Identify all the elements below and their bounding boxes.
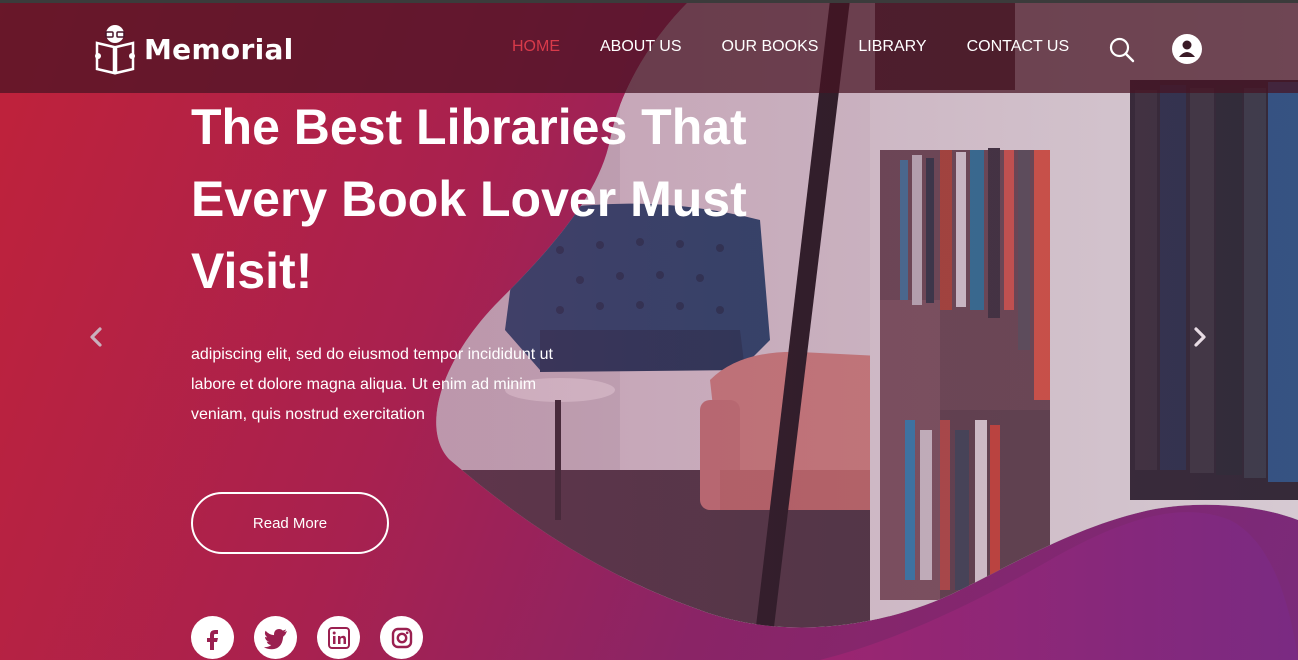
twitter-link[interactable]	[254, 616, 297, 659]
twitter-icon	[263, 628, 287, 649]
description-line: labore et dolore magna aliqua. Ut enim a…	[191, 376, 537, 393]
user-icon	[1179, 40, 1195, 57]
linkedin-link[interactable]	[317, 616, 360, 659]
chevron-left-icon[interactable]	[86, 325, 106, 349]
nav-our-books[interactable]: OUR BOOKS	[722, 38, 819, 56]
instagram-link[interactable]	[380, 616, 423, 659]
social-links	[191, 616, 423, 659]
search-icon[interactable]	[1108, 36, 1136, 64]
nav-home[interactable]: HOME	[512, 38, 560, 56]
user-account-button[interactable]	[1172, 34, 1202, 64]
instagram-icon	[391, 627, 412, 648]
facebook-icon	[206, 629, 218, 650]
linkedin-icon	[327, 626, 350, 649]
nav-about-us[interactable]: ABOUT US	[600, 38, 682, 56]
navbar: Memorial HOME ABOUT US OUR BOOKS LIBRARY…	[0, 3, 1298, 93]
description-line: veniam, quis nostrud exercitation	[191, 406, 425, 423]
description-line: adipiscing elit, sed do eiusmod tempor i…	[191, 346, 553, 363]
nav-library[interactable]: LIBRARY	[858, 38, 926, 56]
book-reader-logo-icon	[95, 25, 135, 75]
headline-line: Visit!	[191, 243, 313, 299]
brand-name: Memorial	[144, 32, 294, 66]
hero-headline: The Best Libraries That Every Book Lover…	[191, 91, 791, 307]
brand-logo[interactable]: Memorial	[94, 23, 294, 75]
headline-line: Every Book Lover Must	[191, 171, 747, 227]
nav-menu: HOME ABOUT US OUR BOOKS LIBRARY CONTACT …	[512, 38, 1109, 56]
hero-section: Memorial HOME ABOUT US OUR BOOKS LIBRARY…	[0, 0, 1298, 660]
read-more-button[interactable]: Read More	[191, 492, 389, 554]
chevron-right-icon[interactable]	[1190, 325, 1210, 349]
hero-description: adipiscing elit, sed do eiusmod tempor i…	[191, 340, 621, 430]
facebook-link[interactable]	[191, 616, 234, 659]
headline-line: The Best Libraries That	[191, 99, 747, 155]
nav-contact-us[interactable]: CONTACT US	[967, 38, 1070, 56]
